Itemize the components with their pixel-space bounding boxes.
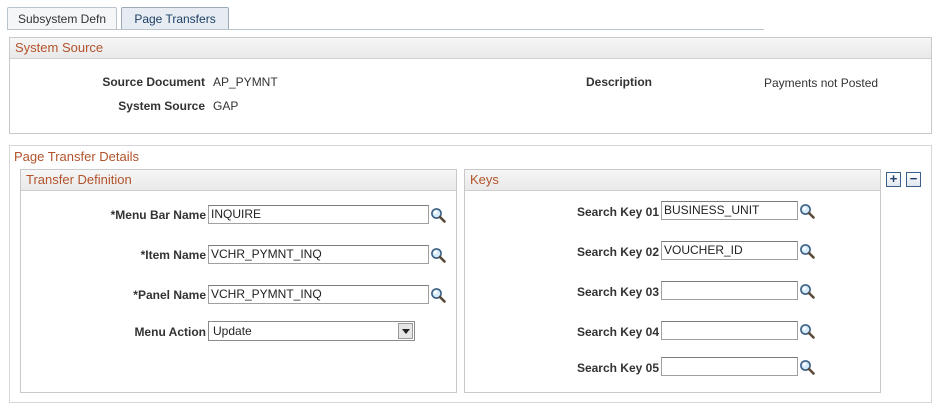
description-label: Description	[585, 75, 652, 89]
tab-divider	[7, 29, 764, 30]
description-value: Payments not Posted	[764, 76, 879, 90]
tab-subsystem-defn[interactable]: Subsystem Defn	[7, 7, 117, 30]
source-document-label: Source Document	[102, 75, 205, 89]
page-transfer-details-border	[9, 145, 932, 403]
system-source-value: GAP	[213, 99, 239, 113]
tab-page-transfers[interactable]: Page Transfers	[121, 7, 229, 30]
tab-page-transfers-label: Page Transfers	[134, 12, 216, 26]
system-source-label: System Source	[118, 99, 205, 113]
tab-subsystem-defn-label: Subsystem Defn	[17, 12, 107, 26]
system-source-header: System Source	[10, 38, 931, 59]
source-document-value: AP_PYMNT	[213, 75, 278, 89]
